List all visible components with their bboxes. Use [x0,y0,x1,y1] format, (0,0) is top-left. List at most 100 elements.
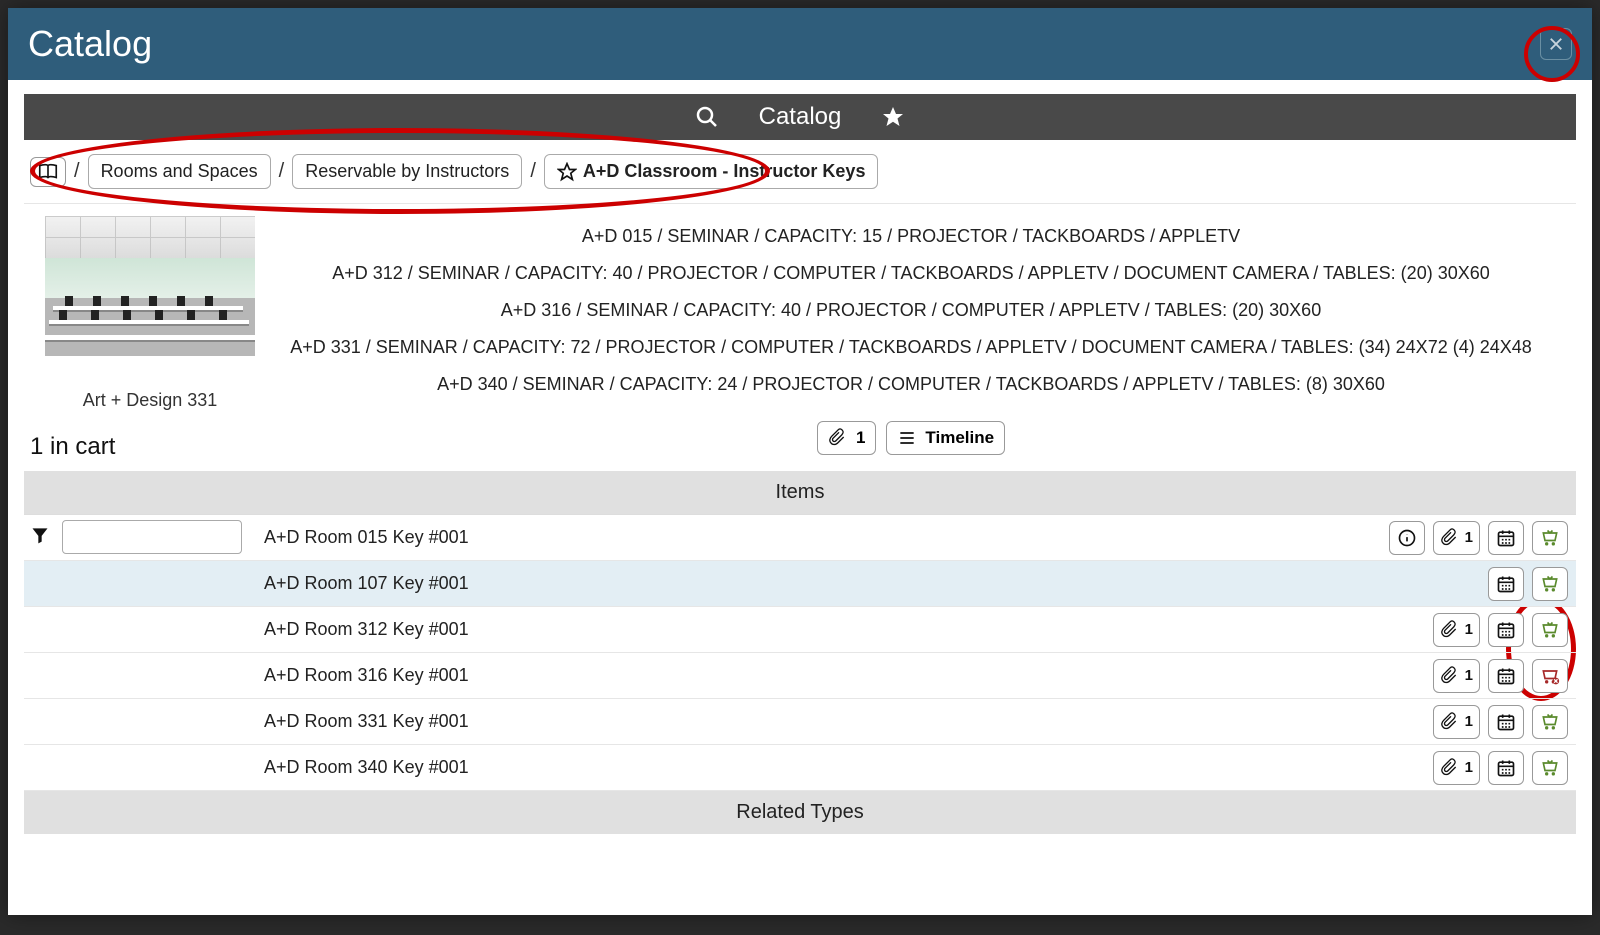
modal-title: Catalog [28,23,152,65]
star-outline-icon [557,162,577,182]
breadcrumb-sep: / [277,160,287,183]
related-section-header: Related Types [24,791,1576,834]
toolbar-title: Catalog [759,103,842,131]
breadcrumb-label: Reservable by Instructors [305,161,509,182]
item-row[interactable]: A+D Room 015 Key #001 1 [24,515,1576,561]
item-row[interactable]: A+D Room 316 Key #0011 [24,653,1576,699]
calendar-icon [1496,620,1516,640]
cart-remove-icon [1540,666,1560,686]
breadcrumb-label: Rooms and Spaces [101,161,258,182]
item-actions [1488,567,1568,601]
close-button[interactable] [1540,28,1572,60]
attachments-button[interactable]: 1 [1433,705,1480,739]
timeline-icon [897,428,917,448]
paperclip-icon [1440,712,1460,732]
attachments-button[interactable]: 1 [1433,521,1480,555]
catalog-root-button[interactable] [30,157,66,187]
detail-area: Art + Design 331 1 in cart A+D 015 / SEM… [24,204,1576,471]
paperclip-icon [1440,758,1460,778]
breadcrumb-reservable[interactable]: Reservable by Instructors [292,154,522,189]
breadcrumb-rooms-spaces[interactable]: Rooms and Spaces [88,154,271,189]
attachments-count: 1 [1463,713,1473,730]
calendar-icon [1496,758,1516,778]
item-row[interactable]: A+D Room 331 Key #001 1 [24,699,1576,745]
add-to-cart-button[interactable] [1532,751,1568,785]
thumbnail-caption: Art + Design 331 [83,390,218,411]
calendar-button[interactable] [1488,705,1524,739]
filter-icon [30,525,50,545]
book-icon [37,161,59,183]
timeline-button[interactable]: Timeline [886,421,1005,455]
add-to-cart-button[interactable] [1532,705,1568,739]
item-row[interactable]: A+D Room 312 Key #001 1 [24,607,1576,653]
add-to-cart-button[interactable] [1532,521,1568,555]
description-column: A+D 015 / SEMINAR / CAPACITY: 15 / PROJE… [270,216,1570,461]
room-description: A+D 340 / SEMINAR / CAPACITY: 24 / PROJE… [437,374,1385,395]
paperclip-icon [828,428,848,448]
add-to-cart-button[interactable] [1532,613,1568,647]
close-icon [1547,35,1565,53]
item-actions: 1 [1433,613,1568,647]
modal-body: Catalog / Rooms and Spaces / Reservable … [8,80,1592,915]
attachments-count: 1 [856,428,865,447]
cart-add-icon [1540,712,1560,732]
calendar-icon [1496,712,1516,732]
breadcrumb-label: A+D Classroom - Instructor Keys [583,161,866,181]
calendar-button[interactable] [1488,659,1524,693]
item-actions: 1 [1433,705,1568,739]
item-row[interactable]: A+D Room 340 Key #001 1 [24,745,1576,791]
breadcrumb-sep: / [72,160,82,183]
attachments-button[interactable]: 1 [1433,613,1480,647]
room-thumbnail[interactable] [45,216,255,356]
calendar-button[interactable] [1488,751,1524,785]
calendar-button[interactable] [1488,567,1524,601]
remove-from-cart-button[interactable] [1532,659,1568,693]
filter-input[interactable] [62,520,242,554]
attachments-count: 1 [1463,621,1473,638]
breadcrumb-sep: / [528,160,538,183]
item-actions: 1 [1389,521,1568,555]
attachments-count: 1 [1463,667,1473,684]
cart-add-icon [1540,574,1560,594]
items-section-header: Items [24,471,1576,514]
room-description: A+D 316 / SEMINAR / CAPACITY: 40 / PROJE… [501,300,1321,321]
room-description: A+D 312 / SEMINAR / CAPACITY: 40 / PROJE… [332,263,1490,284]
items-table: A+D Room 015 Key #001 1 A+D Room 107 Key #… [24,514,1576,791]
cart-add-icon [1540,528,1560,548]
attachments-count: 1 [1463,529,1473,546]
search-button[interactable] [695,105,719,129]
filter-button[interactable] [30,525,50,550]
paperclip-icon [1440,620,1460,640]
calendar-button[interactable] [1488,613,1524,647]
detail-actions: 1 Timeline [817,421,1005,455]
timeline-label: Timeline [925,428,994,447]
item-row[interactable]: A+D Room 107 Key #001 [24,561,1576,607]
favorites-button[interactable] [881,105,905,129]
room-description: A+D 015 / SEMINAR / CAPACITY: 15 / PROJE… [582,226,1240,247]
info-button[interactable] [1389,521,1425,555]
item-name: A+D Room 340 Key #001 [264,757,1433,778]
add-to-cart-button[interactable] [1532,567,1568,601]
item-name: A+D Room 312 Key #001 [264,619,1433,640]
star-icon [881,105,905,129]
calendar-button[interactable] [1488,521,1524,555]
paperclip-icon [1440,528,1460,548]
attachments-button[interactable]: 1 [817,421,876,455]
item-actions: 1 [1433,659,1568,693]
item-name: A+D Room 331 Key #001 [264,711,1433,732]
attachments-button[interactable]: 1 [1433,751,1480,785]
item-actions: 1 [1433,751,1568,785]
breadcrumb-current[interactable]: A+D Classroom - Instructor Keys [544,154,879,189]
cart-add-icon [1540,620,1560,640]
paperclip-icon [1440,666,1460,686]
attachments-button[interactable]: 1 [1433,659,1480,693]
attachments-count: 1 [1463,759,1473,776]
breadcrumb: / Rooms and Spaces / Reservable by Instr… [24,154,1576,204]
search-icon [695,105,719,129]
calendar-icon [1496,528,1516,548]
calendar-icon [1496,574,1516,594]
catalog-modal: Catalog Catalog / Rooms and Spaces / [8,8,1592,915]
thumbnail-column: Art + Design 331 1 in cart [30,216,270,461]
item-name: A+D Room 107 Key #001 [264,573,1488,594]
item-name: A+D Room 015 Key #001 [264,527,1389,548]
